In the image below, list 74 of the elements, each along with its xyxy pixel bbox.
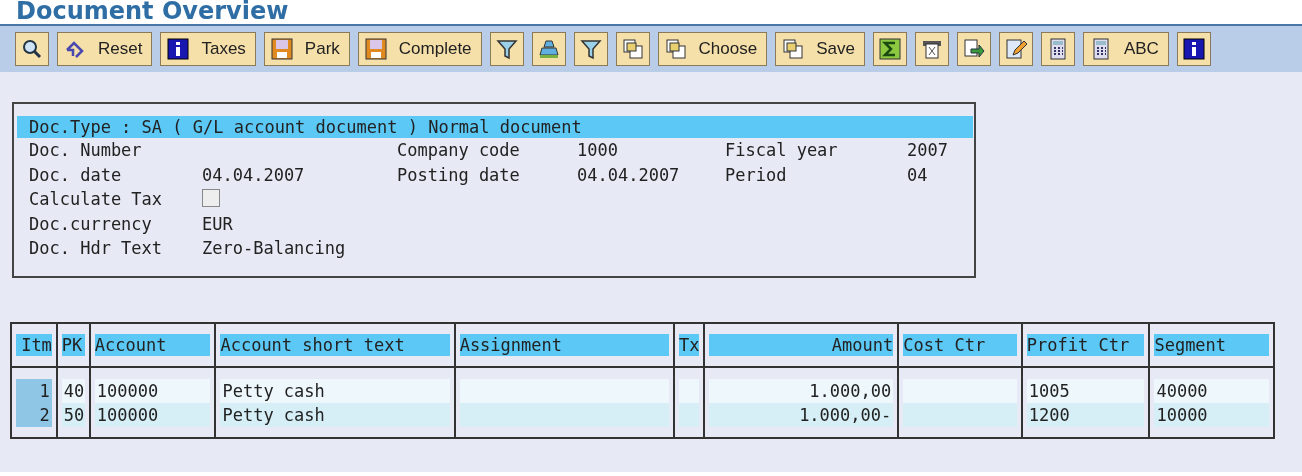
funnel-button[interactable] (573, 32, 608, 66)
documents-icon (782, 38, 805, 60)
page-title: Document Overview (16, 0, 289, 24)
pencil-button[interactable] (998, 32, 1033, 66)
table-cell: 1.000,00- (708, 403, 894, 427)
field-value: 04 (907, 164, 928, 185)
toolbar-button[interactable]: ABC (1082, 32, 1169, 66)
field-label: Doc. date (29, 164, 123, 185)
column-header[interactable]: Tx (678, 334, 699, 356)
info-button[interactable] (1176, 32, 1211, 66)
table-cell: 50 (61, 403, 85, 427)
column-header[interactable]: Account short text (220, 334, 450, 356)
stack-button[interactable] (531, 32, 566, 66)
field-value: 04.04.2007 (577, 164, 680, 185)
toolbar-button[interactable]: Park (263, 32, 350, 66)
document-button[interactable] (914, 32, 949, 66)
table-cell: Petty cash (220, 379, 450, 403)
magnifier-button[interactable] (15, 32, 49, 66)
toolbar-button[interactable]: Taxes (160, 32, 256, 66)
table-cell: Petty cash (220, 403, 450, 427)
table-cell: 10000 (1154, 403, 1269, 427)
field-value: 04.04.2007 (202, 164, 305, 185)
document-arrow-icon (962, 38, 985, 60)
row-selector[interactable]: 2 (16, 403, 52, 427)
table-cell: 100000 (94, 403, 211, 427)
field-value: Zero-Balancing (202, 238, 346, 259)
field-value: 2007 (907, 140, 948, 161)
table-cell: 1.000,00 (708, 379, 894, 403)
checkbox[interactable] (202, 189, 220, 208)
field-label: Company code (397, 140, 521, 161)
column-header[interactable]: Cost Ctr (903, 334, 1017, 356)
stack-icon (537, 38, 560, 60)
field-value: EUR (202, 213, 233, 234)
toolbar-button[interactable]: Reset (57, 32, 153, 66)
field-label: Doc.currency (29, 213, 153, 234)
table-cell: 40000 (1154, 379, 1269, 403)
field-label: Period (725, 164, 788, 185)
field-label: Fiscal year (725, 140, 839, 161)
field-value: 1000 (577, 140, 618, 161)
table-cell: 1200 (1026, 403, 1145, 427)
documents-icon (621, 38, 644, 60)
table-cell: 1005 (1026, 379, 1145, 403)
column-header[interactable]: Itm (16, 334, 52, 356)
column-header[interactable]: PK (61, 334, 85, 356)
field-label: Doc. Number (29, 140, 143, 161)
field-label: Posting date (397, 164, 521, 185)
table-cell: 100000 (94, 379, 211, 403)
document-icon (920, 38, 943, 60)
document-arrow-button[interactable] (956, 32, 991, 66)
documents-icon (664, 38, 687, 60)
toolbar-button[interactable]: Complete (357, 32, 482, 66)
row-selector[interactable]: 1 (16, 379, 52, 403)
toolbar-button[interactable]: Save (775, 32, 865, 66)
column-header[interactable]: Profit Ctr (1026, 334, 1145, 356)
field-label: Calculate Tax (29, 189, 164, 210)
funnel-icon (495, 38, 518, 60)
sigma-icon (878, 38, 901, 60)
column-header[interactable]: Assignment (459, 334, 669, 356)
funnel-icon (579, 38, 602, 60)
field-label: Doc. Hdr Text (29, 238, 164, 259)
calculator-button[interactable] (1040, 32, 1075, 66)
column-header[interactable]: Amount (708, 334, 894, 356)
funnel-button[interactable] (489, 32, 524, 66)
magnifier-icon (21, 38, 43, 60)
table-cell: 40 (61, 379, 85, 403)
column-header[interactable]: Account (94, 334, 211, 356)
document-type-bar: Doc.Type : SA ( G/L account document ) Normal document (17, 116, 973, 138)
sigma-button[interactable] (872, 32, 907, 66)
column-header[interactable]: Segment (1154, 334, 1269, 356)
toolbar-button[interactable]: Choose (657, 32, 768, 66)
pencil-icon (1004, 38, 1027, 60)
documents-button[interactable] (615, 32, 650, 66)
info-icon (1182, 38, 1205, 60)
info-icon (167, 38, 190, 60)
